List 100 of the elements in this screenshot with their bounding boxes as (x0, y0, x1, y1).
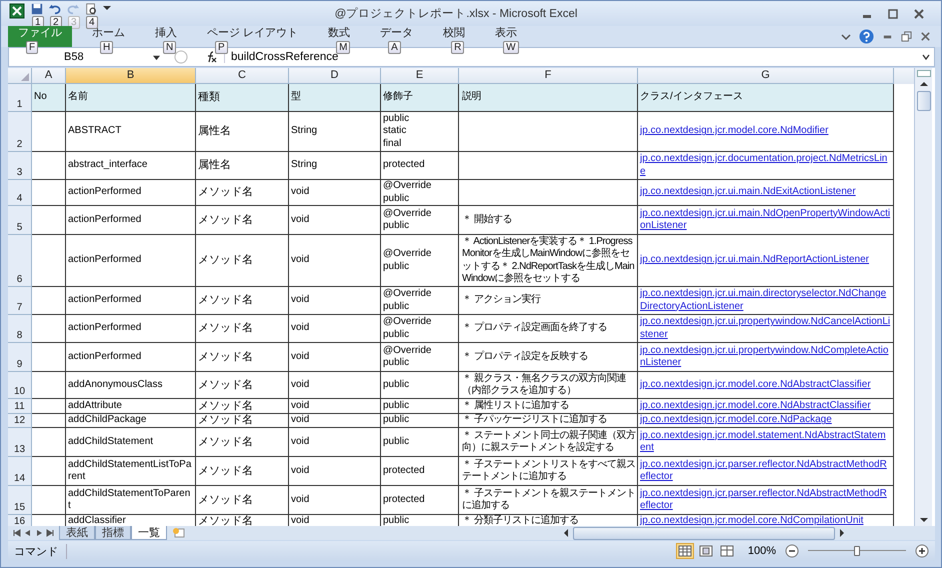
table-cell: ＊ 子ステートメントリストをすべて親ステートメントに追加する (459, 457, 638, 486)
table-cell: @Override public (381, 315, 459, 343)
dropdown-caret-icon[interactable] (153, 54, 160, 60)
close-icon[interactable] (920, 31, 931, 42)
link[interactable]: jp.co.nextdesign.jcr.model.statement.NdAbstractStatement (640, 430, 891, 454)
table-cell: @Override public (381, 343, 459, 372)
row-header[interactable]: 8 (8, 315, 32, 343)
link[interactable]: jp.co.nextdesign.jcr.model.core.NdAbstractClassifier (640, 378, 871, 392)
status-mode: コマンド (14, 544, 67, 558)
keytip: A (388, 41, 401, 54)
close-icon[interactable] (913, 8, 925, 20)
link[interactable]: jp.co.nextdesign.jcr.documentation.project.NdMetricsLine (640, 153, 891, 178)
table-cell: protected (381, 486, 459, 515)
table-cell: ＊ 開始する (459, 206, 638, 235)
keytip: F (26, 41, 38, 54)
ribbon-collapse-icon[interactable] (841, 32, 851, 42)
row-header[interactable]: 4 (8, 180, 32, 206)
table-cell: メソッド名 (196, 486, 289, 515)
row-header[interactable]: 1 (8, 84, 32, 112)
table-cell: ＊ プロパティ設定を反映する (459, 343, 638, 372)
page-break-icon[interactable] (718, 544, 735, 558)
restore-icon[interactable] (901, 31, 912, 42)
link[interactable]: jp.co.nextdesign.jcr.ui.main.NdReportActionListener (640, 254, 870, 267)
link[interactable]: jp.co.nextdesign.jcr.parser.reflector.NdAbstractMethodReflector (640, 458, 891, 484)
row-header[interactable]: 10 (8, 372, 32, 399)
link[interactable]: jp.co.nextdesign.jcr.ui.propertywindow.NdCompleteActionListener (640, 344, 891, 370)
link[interactable]: jp.co.nextdesign.jcr.ui.main.NdExitActionListener (640, 186, 856, 199)
next-sheet-icon[interactable] (34, 529, 44, 537)
table-cell (32, 343, 66, 372)
new-sheet-icon[interactable] (171, 527, 187, 539)
table-cell: public (381, 428, 459, 457)
table-cell: void (289, 287, 381, 315)
link[interactable]: jp.co.nextdesign.jcr.model.core.NdModifier (640, 125, 828, 138)
normal-view-icon[interactable] (676, 544, 693, 558)
column-header[interactable]: B (66, 68, 196, 84)
sheet-tab[interactable]: 一覧 (131, 526, 167, 540)
table-cell: @Override public (381, 287, 459, 315)
link[interactable]: jp.co.nextdesign.jcr.ui.main.NdOpenPropertyWindowActionListener (640, 208, 891, 232)
link[interactable]: jp.co.nextdesign.jcr.ui.propertywindow.NdCancelActionListener (640, 316, 891, 341)
row-header[interactable]: 16 (8, 515, 32, 526)
last-sheet-icon[interactable] (45, 529, 55, 537)
scroll-up-icon[interactable] (918, 80, 928, 88)
table-cell (32, 486, 66, 515)
row-header[interactable]: 11 (8, 399, 32, 414)
row-header[interactable]: 7 (8, 287, 32, 315)
table-cell: 属性名 (196, 152, 289, 180)
dropdown-caret-icon[interactable] (103, 3, 111, 11)
table-cell: void (289, 372, 381, 399)
row-header[interactable]: 12 (8, 414, 32, 428)
row-header[interactable]: 15 (8, 486, 32, 515)
save-icon[interactable] (31, 3, 43, 15)
table-cell: void (289, 315, 381, 343)
keytip: P (215, 41, 228, 54)
print-preview-icon[interactable] (85, 3, 97, 15)
first-sheet-icon[interactable] (12, 529, 22, 537)
undo-icon[interactable] (49, 3, 61, 15)
table-cell: ABSTRACT (66, 112, 196, 152)
maximize-icon[interactable] (887, 8, 899, 20)
table-cell (32, 235, 66, 287)
table-cell: ＊ 子パッケージリストに追加する (459, 414, 638, 428)
table-cell: void (289, 486, 381, 515)
formula-field[interactable]: buildCrossReference (224, 51, 916, 63)
table-cell: メソッド名 (196, 372, 289, 399)
table-cell: 属性名 (196, 112, 289, 152)
row-header[interactable]: 5 (8, 206, 32, 235)
table-cell (32, 414, 66, 428)
link[interactable]: jp.co.nextdesign.jcr.model.core.NdCompilationUnit (640, 515, 864, 526)
sheet-tab[interactable]: 表紙 (59, 526, 95, 540)
table-cell: ＊ プロパティ設定画面を終了する (459, 315, 638, 343)
zoom-out-icon[interactable] (785, 544, 799, 558)
table-cell: メソッド名 (196, 206, 289, 235)
scroll-thumb[interactable] (573, 526, 835, 540)
slider-thumb[interactable] (854, 546, 860, 556)
expand-icon[interactable] (922, 53, 930, 61)
row-header[interactable]: 3 (8, 152, 32, 180)
table-cell (32, 399, 66, 414)
row-header[interactable]: 6 (8, 235, 32, 287)
link[interactable]: jp.co.nextdesign.jcr.model.core.NdPackage (640, 414, 832, 427)
table-cell (32, 152, 66, 180)
row-header[interactable]: 9 (8, 343, 32, 372)
table-cell: 修飾子 (381, 84, 459, 112)
table-cell: @Override public (381, 235, 459, 287)
table-cell: ＊ 属性リストに追加する (459, 399, 638, 414)
scroll-down-icon[interactable] (918, 516, 928, 524)
page-layout-icon[interactable] (698, 544, 714, 558)
zoom-level[interactable]: 100% (748, 545, 776, 557)
previous-sheet-icon[interactable] (23, 529, 33, 537)
row-header[interactable]: 13 (8, 428, 32, 457)
sheet-tab[interactable]: 指標 (95, 526, 131, 540)
row-header[interactable]: 14 (8, 457, 32, 486)
scroll-right-icon[interactable] (838, 528, 846, 538)
help-icon[interactable] (859, 29, 874, 44)
row-header[interactable]: 2 (8, 112, 32, 152)
link[interactable]: jp.co.nextdesign.jcr.model.core.NdAbstractClassifier (640, 400, 871, 412)
scroll-thumb[interactable] (916, 91, 930, 111)
zoom-in-icon[interactable] (915, 544, 929, 558)
name-box[interactable]: B58 (9, 51, 147, 63)
keytip: 3 (68, 16, 80, 29)
scroll-left-icon[interactable] (562, 528, 570, 538)
table-cell: メソッド名 (196, 315, 289, 343)
